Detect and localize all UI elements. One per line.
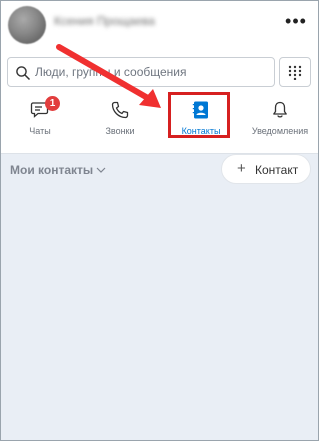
dialpad-icon: [288, 65, 302, 80]
bell-icon: [273, 101, 287, 118]
search-icon: [16, 66, 31, 81]
dialpad-button[interactable]: [279, 57, 311, 87]
username[interactable]: Ксения Прощаева: [54, 14, 155, 28]
unread-badge: 1: [45, 96, 60, 111]
highlight-frame: [168, 92, 230, 138]
tab-notifications[interactable]: Уведомления: [247, 96, 313, 142]
search-placeholder: Люди, группы и сообщения: [35, 65, 187, 79]
tab-calls[interactable]: Звонки: [91, 96, 149, 142]
tab-calls-label: Звонки: [105, 126, 135, 136]
phone-icon: [111, 101, 129, 119]
my-contacts-dropdown[interactable]: Мои контакты: [10, 163, 106, 177]
add-contact-button[interactable]: + Контакт: [221, 154, 311, 184]
chevron-down-icon: [96, 167, 106, 173]
tab-notifications-label: Уведомления: [251, 126, 309, 136]
more-options-button[interactable]: •••: [281, 12, 311, 34]
tab-chats-label: Чаты: [29, 126, 51, 136]
app-window: Ксения Прощаева ••• Люди, группы и сообщ…: [0, 0, 319, 441]
search-field[interactable]: Люди, группы и сообщения: [7, 57, 275, 87]
add-contact-label: Контакт: [255, 163, 299, 177]
section-title-label: Мои контакты: [10, 163, 94, 177]
top-panel: Ксения Прощаева ••• Люди, группы и сообщ…: [1, 1, 318, 154]
tab-chats[interactable]: 1 Чаты: [11, 96, 69, 142]
plus-icon: +: [237, 160, 246, 177]
avatar[interactable]: [8, 6, 46, 44]
